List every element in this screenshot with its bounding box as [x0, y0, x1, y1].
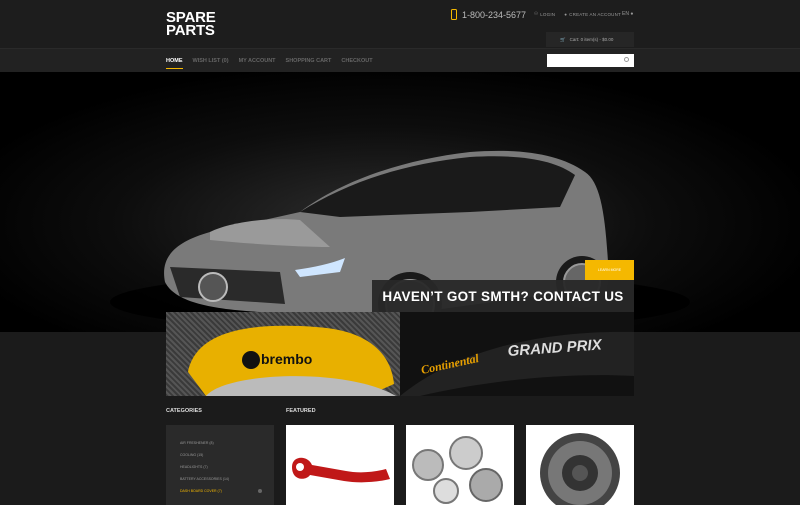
account-links: ⚇ LOGIN ● CREATE AN ACCOUNT — [534, 11, 621, 17]
categories-heading: CATEGORIES — [166, 408, 202, 414]
search-icon[interactable] — [624, 57, 629, 62]
tire-image: Continental GRAND PRIX — [400, 331, 634, 396]
category-item[interactable]: AIR FRESHENER (8) — [180, 441, 214, 445]
blow-off-valve-image — [412, 436, 503, 504]
category-item[interactable]: COOLING (15) — [180, 453, 203, 457]
tow-hook-image — [292, 457, 390, 483]
main-nav: HOME WISH LIST (0) MY ACCOUNT SHOPPING C… — [0, 48, 800, 72]
user-icon: ● — [564, 11, 568, 17]
globe-icon: ● — [630, 11, 634, 17]
category-item[interactable]: HEADLIGHTS (7) — [180, 465, 208, 469]
phone-text: 1-800-234-5677 — [462, 9, 527, 20]
logo[interactable]: SPARE PARTS — [166, 10, 216, 39]
cart-icon: 🛒 — [560, 36, 566, 42]
phone-number: 1-800-234-5677 — [451, 9, 526, 20]
featured-heading: FEATURED — [286, 408, 316, 414]
nav-wish-list[interactable]: WISH LIST (0) — [193, 49, 229, 73]
hero-button[interactable]: LEARN MORE — [585, 260, 634, 280]
brake-caliper-image: brembo — [188, 325, 396, 396]
category-item[interactable]: DASH BOARD COVER (7) — [180, 489, 222, 493]
expand-icon[interactable] — [258, 489, 262, 493]
subwoofer-image — [540, 433, 620, 505]
brembo-logo: brembo — [261, 351, 312, 367]
login-label: LOGIN — [540, 11, 556, 17]
search-input[interactable] — [547, 54, 634, 67]
nav-my-account[interactable]: MY ACCOUNT — [239, 49, 276, 73]
language-label: EN — [622, 11, 629, 17]
logo-line-2: PARTS — [166, 22, 215, 39]
nav-checkout[interactable]: CHECKOUT — [341, 49, 372, 73]
nav-shopping-cart[interactable]: SHOPPING CART — [286, 49, 332, 73]
cart-text: Cart: 0 item(s) - $0.00 — [569, 37, 614, 42]
header: SPARE PARTS 1-800-234-5677 ⚇ LOGIN ● CREAT… — [0, 0, 800, 48]
contact-banner[interactable]: HAVEN’T GOT SMTH? CONTACT US — [372, 280, 634, 312]
promo-continental[interactable]: Continental GRAND PRIX — [400, 312, 634, 396]
featured-product-1[interactable] — [286, 425, 394, 505]
featured-product-3[interactable] — [526, 425, 634, 505]
categories-list: AIR FRESHENER (8) COOLING (15) HEADLIGHT… — [166, 425, 274, 505]
login-icon: ⚇ — [534, 11, 539, 16]
promo-brembo[interactable]: brembo — [166, 312, 400, 396]
category-item[interactable]: BATTERY ACCESSORIES (14) — [180, 477, 229, 481]
nav-home[interactable]: HOME — [166, 49, 183, 73]
language-selector[interactable]: EN ● — [622, 11, 633, 17]
login-link[interactable]: ⚇ LOGIN — [534, 11, 555, 17]
featured-product-2[interactable] — [406, 425, 514, 505]
phone-icon — [451, 9, 457, 20]
create-account-link[interactable]: ● CREATE AN ACCOUNT — [564, 11, 621, 17]
create-account-label: CREATE AN ACCOUNT — [569, 11, 621, 17]
cart-summary[interactable]: 🛒 Cart: 0 item(s) - $0.00 — [546, 32, 634, 47]
